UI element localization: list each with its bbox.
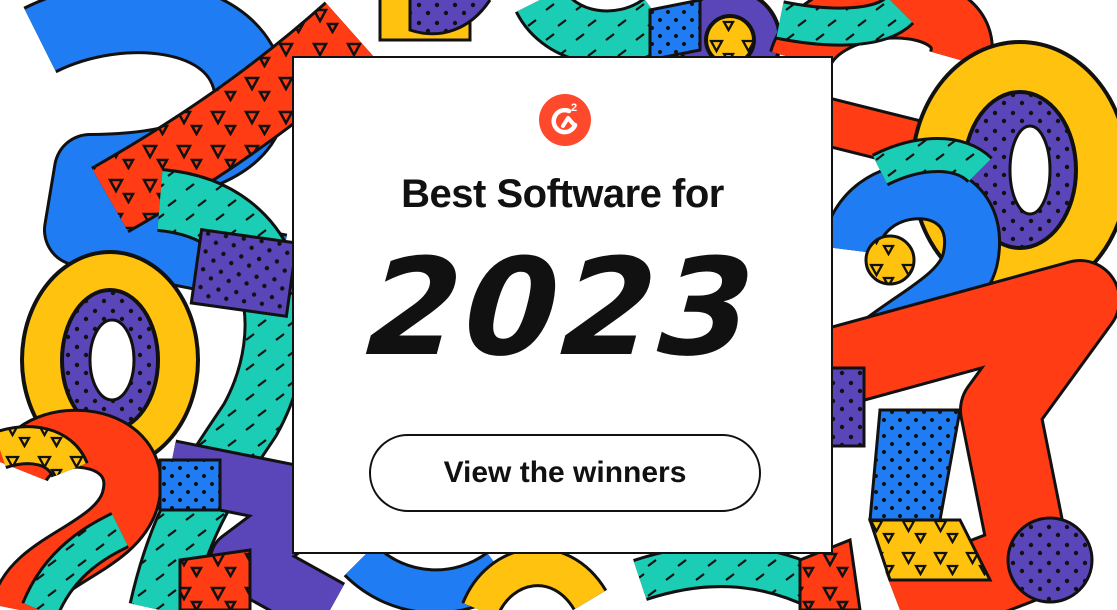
promo-banner[interactable]: 2 Best Software for 2023 View the winner… bbox=[0, 0, 1117, 610]
view-winners-button[interactable]: View the winners bbox=[369, 434, 761, 512]
content-card: 2 Best Software for 2023 View the winner… bbox=[292, 56, 833, 554]
headline: Best Software for bbox=[401, 172, 724, 216]
svg-text:2: 2 bbox=[571, 102, 577, 114]
view-winners-label: View the winners bbox=[443, 456, 687, 489]
year-title: 2023 bbox=[362, 230, 763, 386]
g2-logo-icon: 2 bbox=[539, 94, 591, 146]
